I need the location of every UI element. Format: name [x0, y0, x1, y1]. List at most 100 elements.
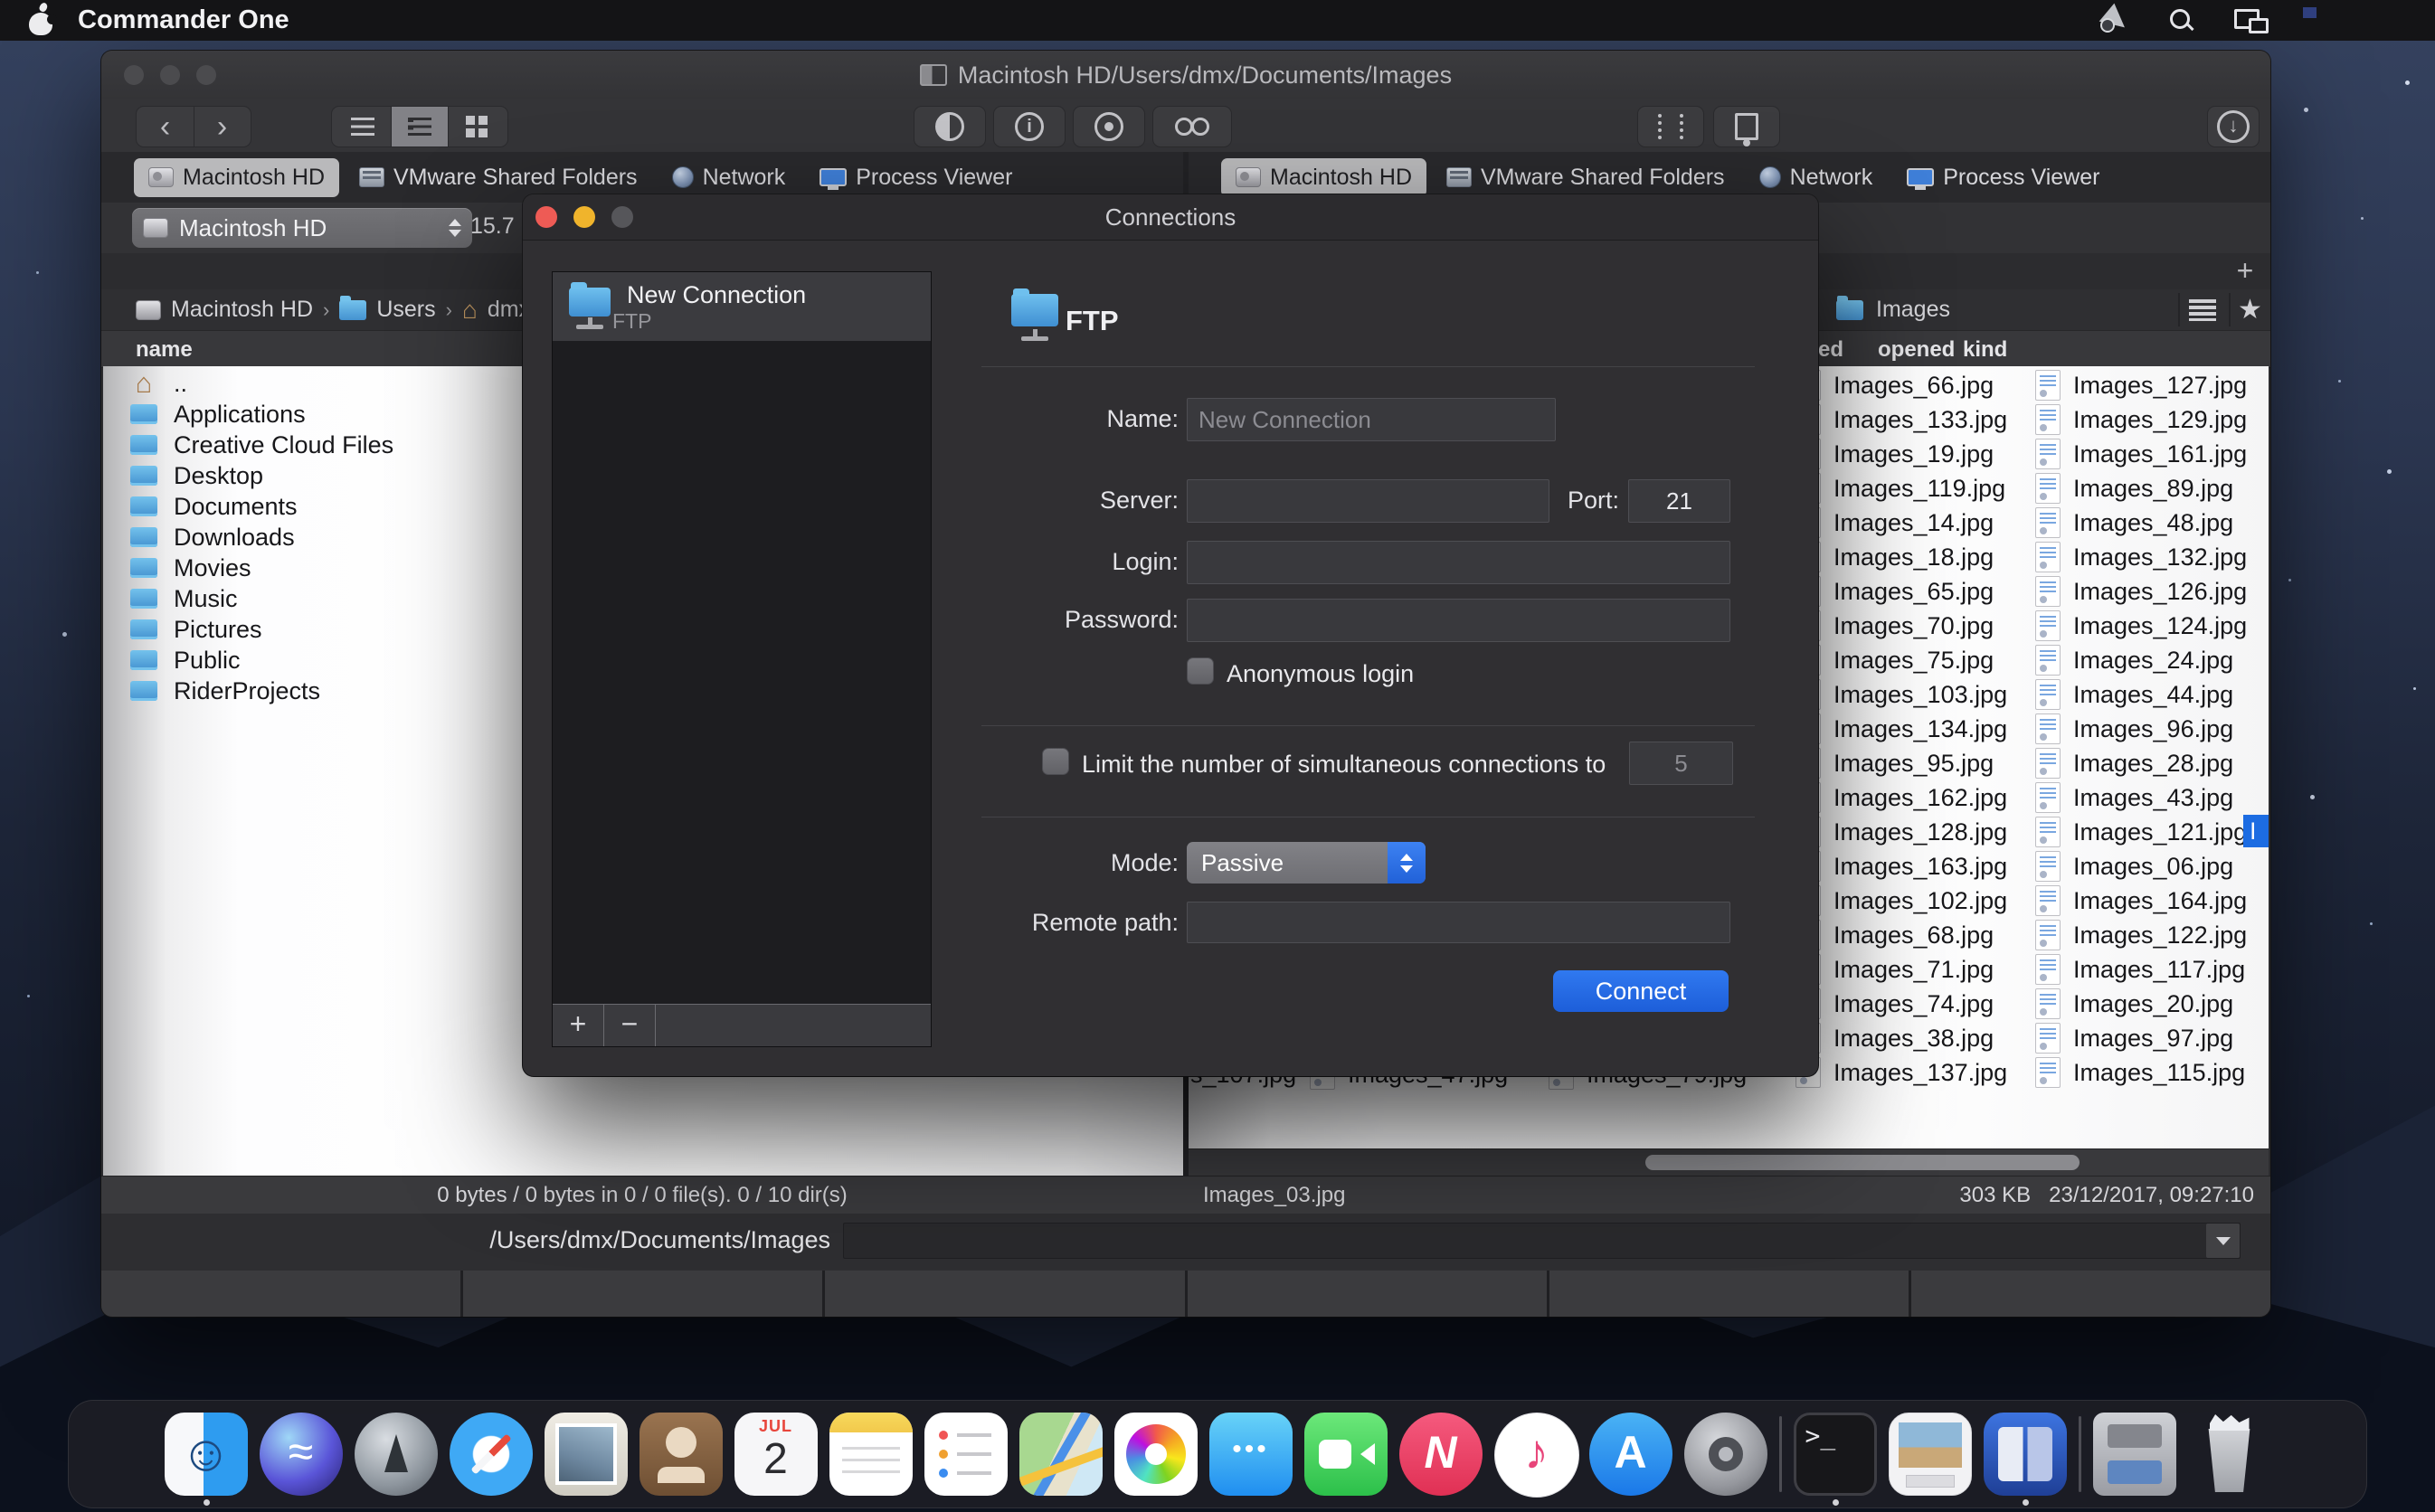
file-item[interactable]: Images_119.jpg	[1795, 471, 2007, 506]
file-item[interactable]: Images_115.jpg	[2035, 1055, 2247, 1090]
dock-app-archive-utility[interactable]	[2093, 1411, 2176, 1498]
dock-app-app-store[interactable]	[1589, 1411, 1672, 1498]
function-button[interactable]	[460, 1271, 822, 1317]
tab-process-viewer[interactable]: Process Viewer	[805, 158, 1027, 197]
back-button[interactable]: ‹	[137, 107, 194, 146]
selected-file-clipped[interactable]: I	[2243, 815, 2269, 847]
detail-view-icon[interactable]	[391, 107, 448, 146]
command-line-input[interactable]	[843, 1223, 2241, 1259]
queue-button[interactable]	[1637, 106, 1704, 147]
server-field[interactable]	[1187, 479, 1549, 523]
dock-app-pictures[interactable]	[1889, 1411, 1972, 1498]
tab-macintosh-hd[interactable]: Macintosh HD	[134, 158, 339, 197]
tab-network[interactable]: Network	[658, 158, 801, 197]
dialog-close-button[interactable]	[535, 206, 557, 228]
preview-button[interactable]	[1073, 106, 1145, 147]
dock-app-news[interactable]	[1399, 1411, 1483, 1498]
file-item[interactable]: Images_162.jpg	[1795, 780, 2007, 815]
file-item[interactable]: Images_164.jpg	[2035, 884, 2247, 918]
file-item[interactable]: Images_06.jpg	[2035, 849, 2247, 884]
menubar-icon-spotlight-search[interactable]	[2165, 7, 2198, 34]
info-button[interactable]: i	[993, 106, 1066, 147]
dock-app-terminal[interactable]	[1794, 1411, 1877, 1498]
dock-app-maps[interactable]	[1019, 1411, 1103, 1498]
file-item[interactable]: Images_38.jpg	[1795, 1021, 2007, 1055]
tab-macintosh-hd[interactable]: Macintosh HD	[1221, 158, 1426, 197]
right-breadcrumb-folder[interactable]: Images	[1876, 289, 1950, 330]
file-item[interactable]: Images_18.jpg	[1795, 540, 2007, 574]
function-button[interactable]	[1547, 1271, 1909, 1317]
menubar-icon-menu-list[interactable]	[2372, 7, 2404, 34]
grid-view-icon[interactable]	[448, 107, 505, 146]
file-item[interactable]: Images_48.jpg	[2035, 506, 2247, 540]
function-button[interactable]	[1909, 1271, 2270, 1317]
add-tab-button-right[interactable]: +	[2227, 255, 2263, 286]
menubar-icon-remote-pointer[interactable]	[2097, 7, 2129, 34]
file-item[interactable]: Images_89.jpg	[2035, 471, 2247, 506]
dock-app-facetime[interactable]	[1304, 1411, 1388, 1498]
dock-app-notes[interactable]	[829, 1411, 913, 1498]
dock-app-music[interactable]	[1494, 1411, 1578, 1498]
menubar-icon-displays[interactable]	[2234, 7, 2267, 34]
file-item[interactable]: Images_70.jpg	[1795, 609, 2007, 643]
file-item[interactable]: Images_103.jpg	[1795, 677, 2007, 712]
file-item[interactable]: Images_132.jpg	[2035, 540, 2247, 574]
toggle-panel-button[interactable]	[914, 106, 986, 147]
add-connection-button[interactable]: +	[553, 1005, 604, 1046]
file-item[interactable]: Images_102.jpg	[1795, 884, 2007, 918]
file-item[interactable]: Images_128.jpg	[1795, 815, 2007, 849]
connection-item-selected[interactable]: New Connection FTP	[553, 272, 931, 341]
dock-app-siri[interactable]	[260, 1411, 343, 1498]
dock-app-calendar[interactable]: JUL 2	[734, 1411, 818, 1498]
file-item[interactable]: Images_68.jpg	[1795, 918, 2007, 952]
file-item[interactable]: Images_117.jpg	[2035, 952, 2247, 987]
function-button[interactable]	[1185, 1271, 1547, 1317]
file-item[interactable]: Images_95.jpg	[1795, 746, 2007, 780]
scrollbar-thumb[interactable]	[1645, 1155, 2080, 1170]
tab-network[interactable]: Network	[1745, 158, 1888, 197]
menu-app-name[interactable]: Commander One	[78, 5, 289, 35]
remove-connection-button[interactable]: −	[604, 1005, 656, 1046]
file-item[interactable]: Images_122.jpg	[2035, 918, 2247, 952]
dock-app-mail[interactable]	[545, 1411, 628, 1498]
window-titlebar[interactable]: Macintosh HD/Users/dmx/Documents/Images	[101, 51, 2270, 100]
port-field[interactable]	[1628, 479, 1730, 523]
file-item[interactable]: Images_19.jpg	[1795, 437, 2007, 471]
downloads-button[interactable]: ↓	[2207, 106, 2260, 147]
password-field[interactable]	[1187, 599, 1730, 642]
favorites-star-icon[interactable]: ★	[2238, 289, 2262, 330]
breadcrumb-disk[interactable]: Macintosh HD	[171, 297, 313, 323]
file-item[interactable]: Images_161.jpg	[2035, 437, 2247, 471]
file-item[interactable]: Images_137.jpg	[1795, 1055, 2007, 1090]
file-item[interactable]: Images_121.jpg	[2035, 815, 2247, 849]
file-item[interactable]: Images_28.jpg	[2035, 746, 2247, 780]
limit-connections-checkbox[interactable]	[1042, 748, 1069, 775]
file-item[interactable]: Images_163.jpg	[1795, 849, 2007, 884]
file-item[interactable]: Images_124.jpg	[2035, 609, 2247, 643]
remote-path-field[interactable]	[1187, 902, 1730, 943]
dock-app-finder[interactable]	[165, 1411, 248, 1498]
name-field[interactable]	[1187, 398, 1556, 441]
file-item[interactable]: Images_65.jpg	[1795, 574, 2007, 609]
file-item[interactable]: Images_133.jpg	[1795, 402, 2007, 437]
tab-vmware-shared-folders[interactable]: VMware Shared Folders	[345, 158, 652, 197]
limit-value-field[interactable]	[1629, 742, 1733, 785]
list-options-icon[interactable]	[2189, 289, 2216, 330]
dock-app-photos[interactable]	[1114, 1411, 1198, 1498]
command-history-dropdown[interactable]	[2206, 1224, 2240, 1258]
file-item[interactable]: Images_71.jpg	[1795, 952, 2007, 987]
tab-vmware-shared-folders[interactable]: VMware Shared Folders	[1432, 158, 1739, 197]
file-item[interactable]: Images_66.jpg	[1795, 368, 2007, 402]
search-button[interactable]	[1152, 106, 1232, 147]
dock-app-system-preferences[interactable]	[1684, 1411, 1767, 1498]
mode-select[interactable]: Passive	[1187, 842, 1426, 884]
list-view-icon[interactable]	[335, 107, 391, 146]
connect-button[interactable]: Connect	[1553, 970, 1729, 1012]
file-item[interactable]: Images_127.jpg	[2035, 368, 2247, 402]
function-button[interactable]	[822, 1271, 1184, 1317]
file-item[interactable]: Images_96.jpg	[2035, 712, 2247, 746]
dock-app-launchpad[interactable]	[355, 1411, 438, 1498]
file-item[interactable]: Images_20.jpg	[2035, 987, 2247, 1021]
dock-app-reminders[interactable]	[924, 1411, 1008, 1498]
header-name[interactable]: name	[136, 337, 193, 363]
